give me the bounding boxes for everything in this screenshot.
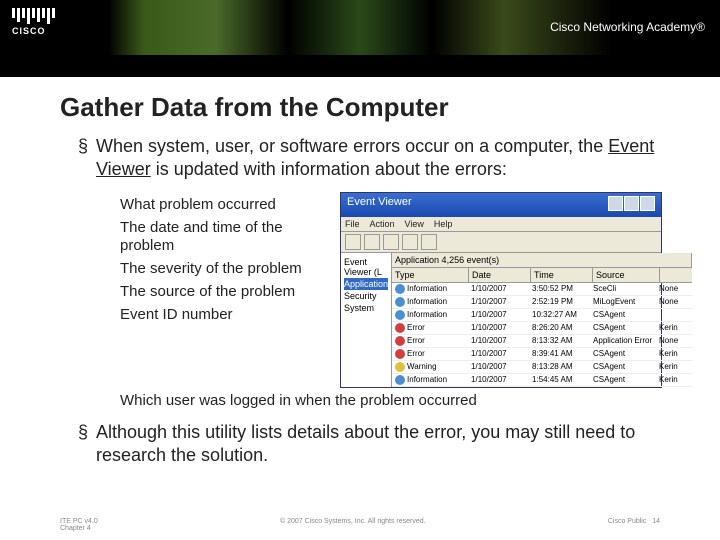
table-row[interactable]: Information1/10/20072:52:19 PMMiLogEvent… <box>392 296 692 309</box>
table-row[interactable]: Error1/10/20078:13:32 AMApplication Erro… <box>392 335 692 348</box>
sub-6: Which user was logged in when the proble… <box>120 392 670 411</box>
logo-text: CISCO <box>12 26 55 36</box>
sub-1: What problem occurred <box>120 196 330 215</box>
bullet-2: Although this utility lists details abou… <box>78 421 670 468</box>
table-row[interactable]: Information1/10/20071:54:45 AMCSAgentKer… <box>392 374 692 387</box>
table-row[interactable]: Information1/10/20073:50:52 PMSceCliNone <box>392 283 692 296</box>
menubar[interactable]: FileActionViewHelp <box>341 217 661 232</box>
close-icon[interactable] <box>640 196 655 211</box>
slide-content: Gather Data from the Computer When syste… <box>0 77 720 467</box>
cisco-logo: CISCO <box>12 8 55 36</box>
minimize-icon[interactable] <box>608 196 623 211</box>
sub-2: The date and time of the problem <box>120 219 330 257</box>
table-row[interactable]: Error1/10/20078:39:41 AMCSAgentKerin <box>392 348 692 361</box>
sub-5: Event ID number <box>120 306 330 325</box>
toolbar[interactable] <box>341 232 661 253</box>
slide-title: Gather Data from the Computer <box>60 92 670 123</box>
window-title: Event Viewer <box>347 196 412 214</box>
academy-text: Cisco Networking Academy® <box>550 20 705 34</box>
table-row[interactable]: Error1/10/20078:26:20 AMCSAgentKerin <box>392 322 692 335</box>
table-row[interactable]: Information1/10/200710:32:27 AMCSAgent <box>392 309 692 322</box>
list-pane[interactable]: Application 4,256 event(s) Type Date Tim… <box>392 253 692 387</box>
table-row[interactable]: Warning1/10/20078:13:28 AMCSAgentKerin <box>392 361 692 374</box>
maximize-icon[interactable] <box>624 196 639 211</box>
banner: CISCO Cisco Networking Academy® <box>0 0 720 55</box>
tree-pane[interactable]: Event Viewer (L Application Security Sys… <box>341 253 392 387</box>
sub-3: The severity of the problem <box>120 260 330 279</box>
event-viewer-window: Event Viewer FileActionViewHelp Event Vi… <box>340 192 662 388</box>
bullet-1: When system, user, or software errors oc… <box>78 135 670 182</box>
black-bar <box>0 55 720 77</box>
window-titlebar: Event Viewer <box>341 193 661 217</box>
footer: ITE PC v4.0Chapter 4 © 2007 Cisco System… <box>0 518 720 532</box>
sub-4: The source of the problem <box>120 283 330 302</box>
